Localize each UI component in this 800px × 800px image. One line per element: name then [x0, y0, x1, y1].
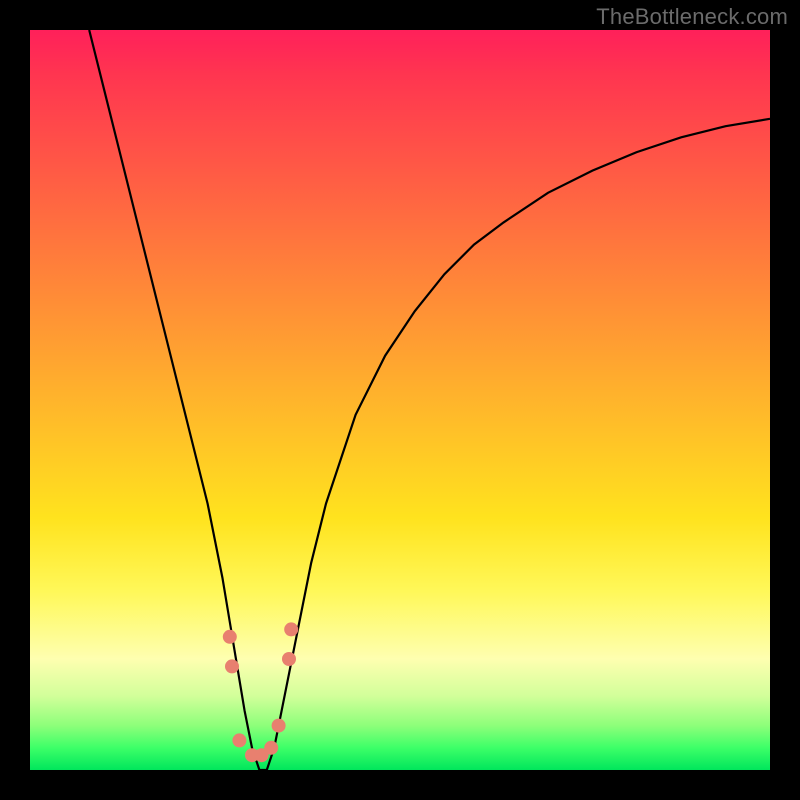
data-marker	[282, 652, 296, 666]
chart-area	[30, 30, 770, 770]
bottleneck-curve	[89, 30, 770, 770]
chart-svg	[30, 30, 770, 770]
data-marker	[232, 733, 246, 747]
data-marker	[272, 719, 286, 733]
data-marker	[225, 659, 239, 673]
data-marker	[223, 630, 237, 644]
data-marker	[264, 741, 278, 755]
watermark-text: TheBottleneck.com	[596, 4, 788, 30]
data-marker	[284, 622, 298, 636]
